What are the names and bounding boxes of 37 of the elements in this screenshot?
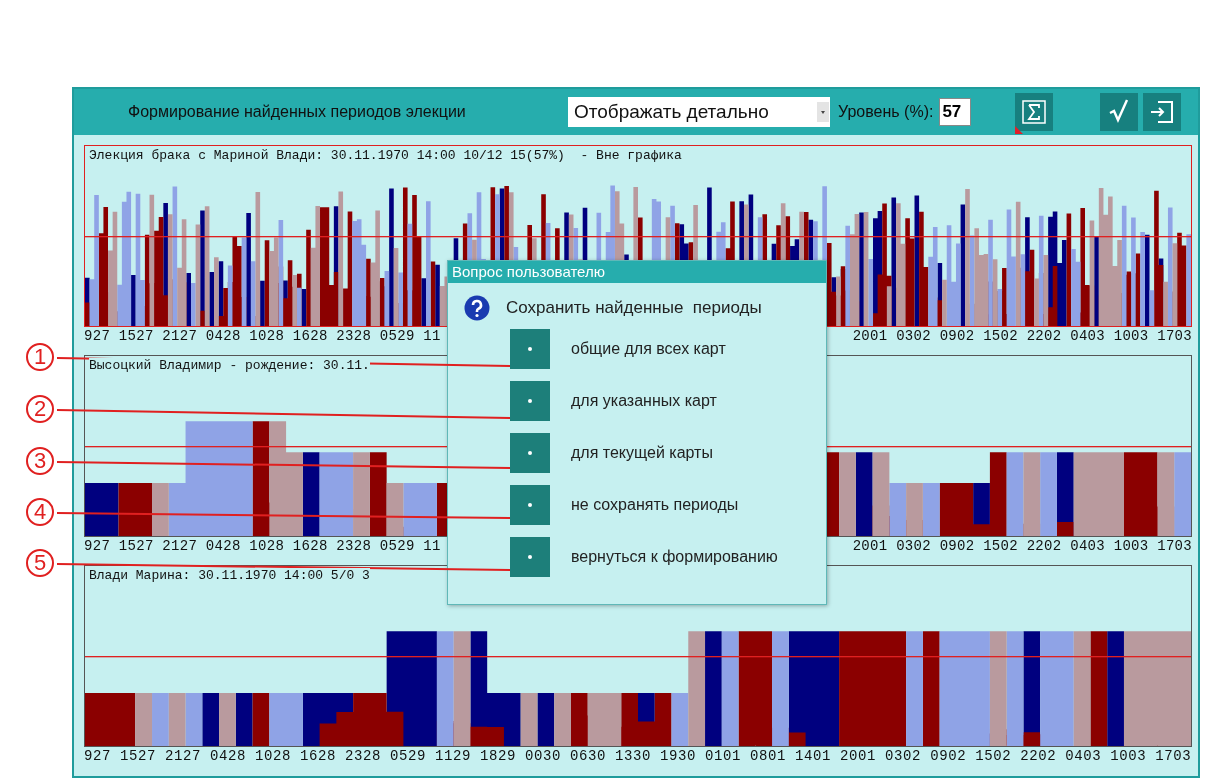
exit-button[interactable] — [1143, 93, 1182, 131]
question-icon — [464, 295, 490, 321]
callout-number: 5 — [26, 549, 54, 577]
axis-labels: 2001 0302 0902 1502 2202 0403 1003 1703 — [852, 538, 1192, 554]
option-label: вернуться к формированию — [571, 548, 778, 566]
option-button[interactable] — [510, 381, 550, 421]
chart-title: Элекция брака с Мариной Влади: 30.11.1970 14:00 10/12 15(57%) - Вне графика — [89, 148, 682, 163]
option-button[interactable] — [510, 485, 550, 525]
axis-labels: 927 1527 2127 0428 1028 1628 2328 0529 11 — [84, 538, 441, 554]
callout-number: 1 — [26, 343, 54, 371]
window-title: Формирование найденных периодов элекции — [128, 103, 467, 121]
exit-icon — [1149, 99, 1176, 125]
marker-icon — [1015, 126, 1024, 134]
callout-number: 2 — [26, 395, 54, 423]
axis-labels: 927 1527 2127 0428 1028 1628 2328 0529 11 — [84, 328, 441, 344]
option-button[interactable] — [510, 537, 550, 577]
option-label: не сохранять периоды — [571, 496, 739, 514]
chart-title: Высоцкий Владимир - рождение: 30.11. — [89, 358, 370, 373]
dialog-title: Вопрос пользователю — [448, 261, 826, 283]
option-button[interactable] — [510, 433, 550, 473]
display-mode-dropdown[interactable]: Отображать детально — [568, 97, 830, 127]
caret-icon — [817, 102, 829, 122]
level-label: Уровень (%): — [838, 103, 934, 121]
callout-number: 4 — [26, 498, 54, 526]
level-input[interactable]: 57 — [939, 98, 972, 126]
axis-labels: 927 1527 2127 0428 1028 1628 2328 0529 1129 1829 0030 0630 1330 1930 0101 0801 1401 2001 0302 0902 1502 2202 0403 1003 1703 — [84, 748, 1192, 764]
option-button[interactable] — [510, 329, 550, 369]
sum-button[interactable] — [1015, 93, 1054, 131]
callout-number: 3 — [26, 447, 54, 475]
option-label: для указанных карт — [571, 392, 717, 410]
axis-labels: 2001 0302 0902 1502 2202 0403 1003 1703 — [852, 328, 1192, 344]
sum-icon — [1021, 99, 1048, 125]
option-label: общие для всех карт — [571, 340, 726, 358]
chart-title: Влади Марина: 30.11.1970 14:00 5/0 3 — [89, 568, 370, 583]
question-text: Сохранить найденные периоды — [506, 298, 762, 318]
option-label: для текущей карты — [571, 444, 713, 462]
confirm-button[interactable] — [1100, 93, 1139, 131]
